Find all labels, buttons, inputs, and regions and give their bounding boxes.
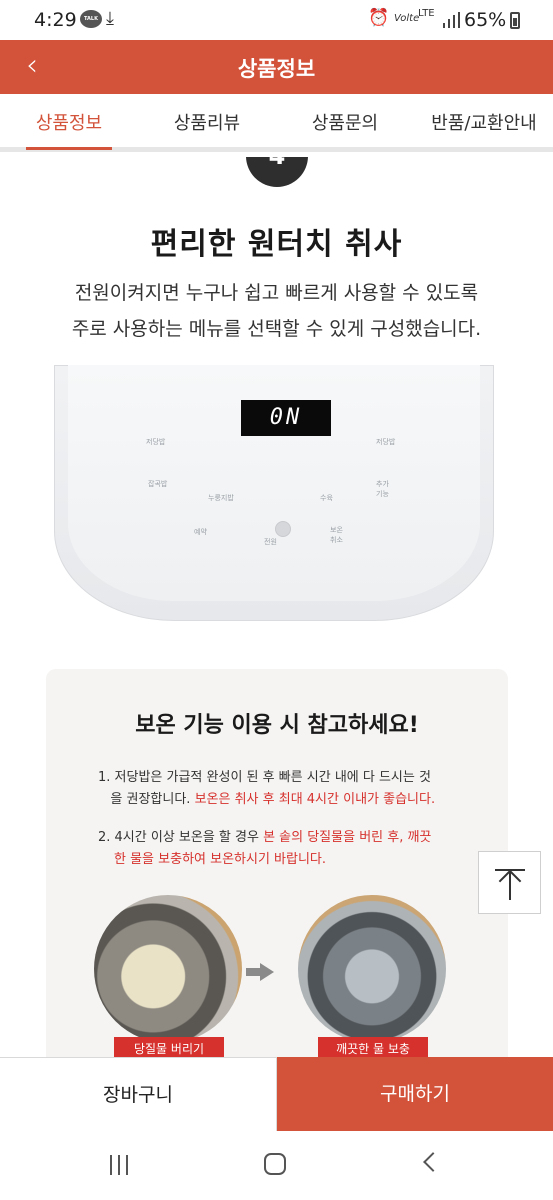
panel-label: 추가기능 — [376, 480, 389, 498]
notice-text: 을 권장합니다. — [110, 792, 195, 807]
system-nav-bar — [0, 1131, 553, 1200]
panel-label: 잡곡밥 — [148, 480, 168, 488]
warming-notice-card: 보온 기능 이용 시 참고하세요! 1. 저당밥은 가급적 완성이 된 후 빠른… — [46, 669, 508, 1057]
notice-text: 2. 4시간 이상 보온을 할 경우 — [98, 830, 264, 845]
notice-title: 보온 기능 이용 시 참고하세요! — [135, 713, 419, 738]
arrow-up-to-top-icon — [498, 869, 522, 893]
buy-now-button[interactable]: 구매하기 — [277, 1057, 553, 1131]
feature-description-line: 전원이켜지면 누구나 쉽고 빠르게 사용할 수 있도록 — [74, 282, 479, 304]
rice-cooker-image: 0N 저당밥 저당밥 잡곡밥 누룽지밥 수육 추가기능 예약 전원 보온취소 — [54, 365, 494, 629]
back-nav-button[interactable] — [423, 1152, 443, 1172]
tab-product-inquiry[interactable]: 상품문의 — [292, 94, 398, 152]
feature-description: 전원이켜지면 누구나 쉽고 빠르게 사용할 수 있도록 주로 사용하는 메뉴를 … — [0, 275, 553, 347]
alarm-icon: ⏰ — [368, 8, 390, 28]
app-header: ‹ 상품정보 — [0, 40, 553, 94]
download-icon: ⤓ — [106, 8, 114, 29]
kakaotalk-icon: TALK — [80, 10, 102, 28]
scroll-to-top-button[interactable] — [478, 851, 541, 914]
step-number-badge: 4 — [246, 157, 308, 187]
active-tab-indicator — [26, 147, 112, 150]
discard-water-photo — [94, 895, 242, 1043]
page-title: 상품정보 — [237, 57, 316, 81]
notice-item-2: 2. 4시간 이상 보온을 할 경우 본 솥의 당질물을 버린 후, 깨끗 한 … — [98, 827, 478, 871]
tab-product-info[interactable]: 상품정보 — [16, 94, 122, 152]
panel-label: 누룽지밥 — [208, 494, 234, 502]
panel-label: 수육 — [320, 494, 333, 502]
status-time: 4:29 — [34, 9, 77, 31]
panel-label: 예약 — [194, 528, 207, 536]
tab-product-review[interactable]: 상품리뷰 — [154, 94, 260, 152]
tab-bar: 상품정보 상품리뷰 상품문의 반품/교환안내 — [0, 94, 553, 152]
notice-highlight: 한 물을 보충하여 보온하시기 바랍니다. — [114, 852, 327, 867]
feature-description-line: 주로 사용하는 메뉴를 선택할 수 있게 구성했습니다. — [71, 318, 482, 340]
notice-highlight: 본 솥의 당질물을 버린 후, 깨끗 — [263, 830, 432, 845]
status-bar: 4:29 TALK ⤓ ⏰ Volte LTE 65% — [0, 0, 553, 40]
notice-text: 1. 저당밥은 가급적 완성이 된 후 빠른 시간 내에 다 드시는 것 — [98, 770, 431, 785]
panel-label: 보온취소 — [330, 526, 343, 544]
home-button[interactable] — [264, 1153, 286, 1175]
refill-water-photo — [298, 895, 446, 1043]
volte-indicator: Volte — [394, 13, 420, 24]
battery-icon — [510, 12, 520, 29]
notice-highlight: 보온은 취사 후 최대 4시간 이내가 좋습니다. — [194, 792, 436, 807]
arrow-right-icon — [260, 963, 274, 981]
photo-label: 깨끗한 물 보충 — [318, 1037, 428, 1057]
recent-apps-button[interactable] — [108, 1155, 132, 1175]
tab-return-exchange[interactable]: 반품/교환안내 — [416, 94, 552, 152]
battery-percent: 65% — [464, 9, 507, 31]
notice-text: 2. 4시간 이상 보온을 할 경우 본 솥의 당질물을 버린 후, 깨끗 — [98, 827, 478, 849]
notice-text: 을 권장합니다. 보온은 취사 후 최대 4시간 이내가 좋습니다. — [98, 789, 478, 811]
signal-icon — [443, 12, 460, 28]
add-to-cart-button[interactable]: 장바구니 — [0, 1057, 277, 1131]
photo-label: 당질물 버리기 — [114, 1037, 224, 1057]
feature-headline: 편리한 원터치 취사 — [150, 227, 403, 262]
lte-indicator: LTE — [418, 8, 435, 19]
cooker-display: 0N — [241, 400, 331, 436]
panel-label: 저당밥 — [146, 438, 166, 446]
notice-item-1: 1. 저당밥은 가급적 완성이 된 후 빠른 시간 내에 다 드시는 것 을 권… — [98, 767, 478, 811]
product-detail-content[interactable]: 4 편리한 원터치 취사 전원이켜지면 누구나 쉽고 빠르게 사용할 수 있도록… — [0, 157, 553, 1057]
cooker-control-panel: 0N 저당밥 저당밥 잡곡밥 누룽지밥 수육 추가기능 예약 전원 보온취소 — [68, 365, 480, 601]
power-button-graphic — [275, 521, 291, 537]
panel-label: 전원 — [264, 538, 277, 546]
purchase-action-bar: 장바구니 구매하기 — [0, 1057, 553, 1131]
panel-label: 저당밥 — [376, 438, 396, 446]
